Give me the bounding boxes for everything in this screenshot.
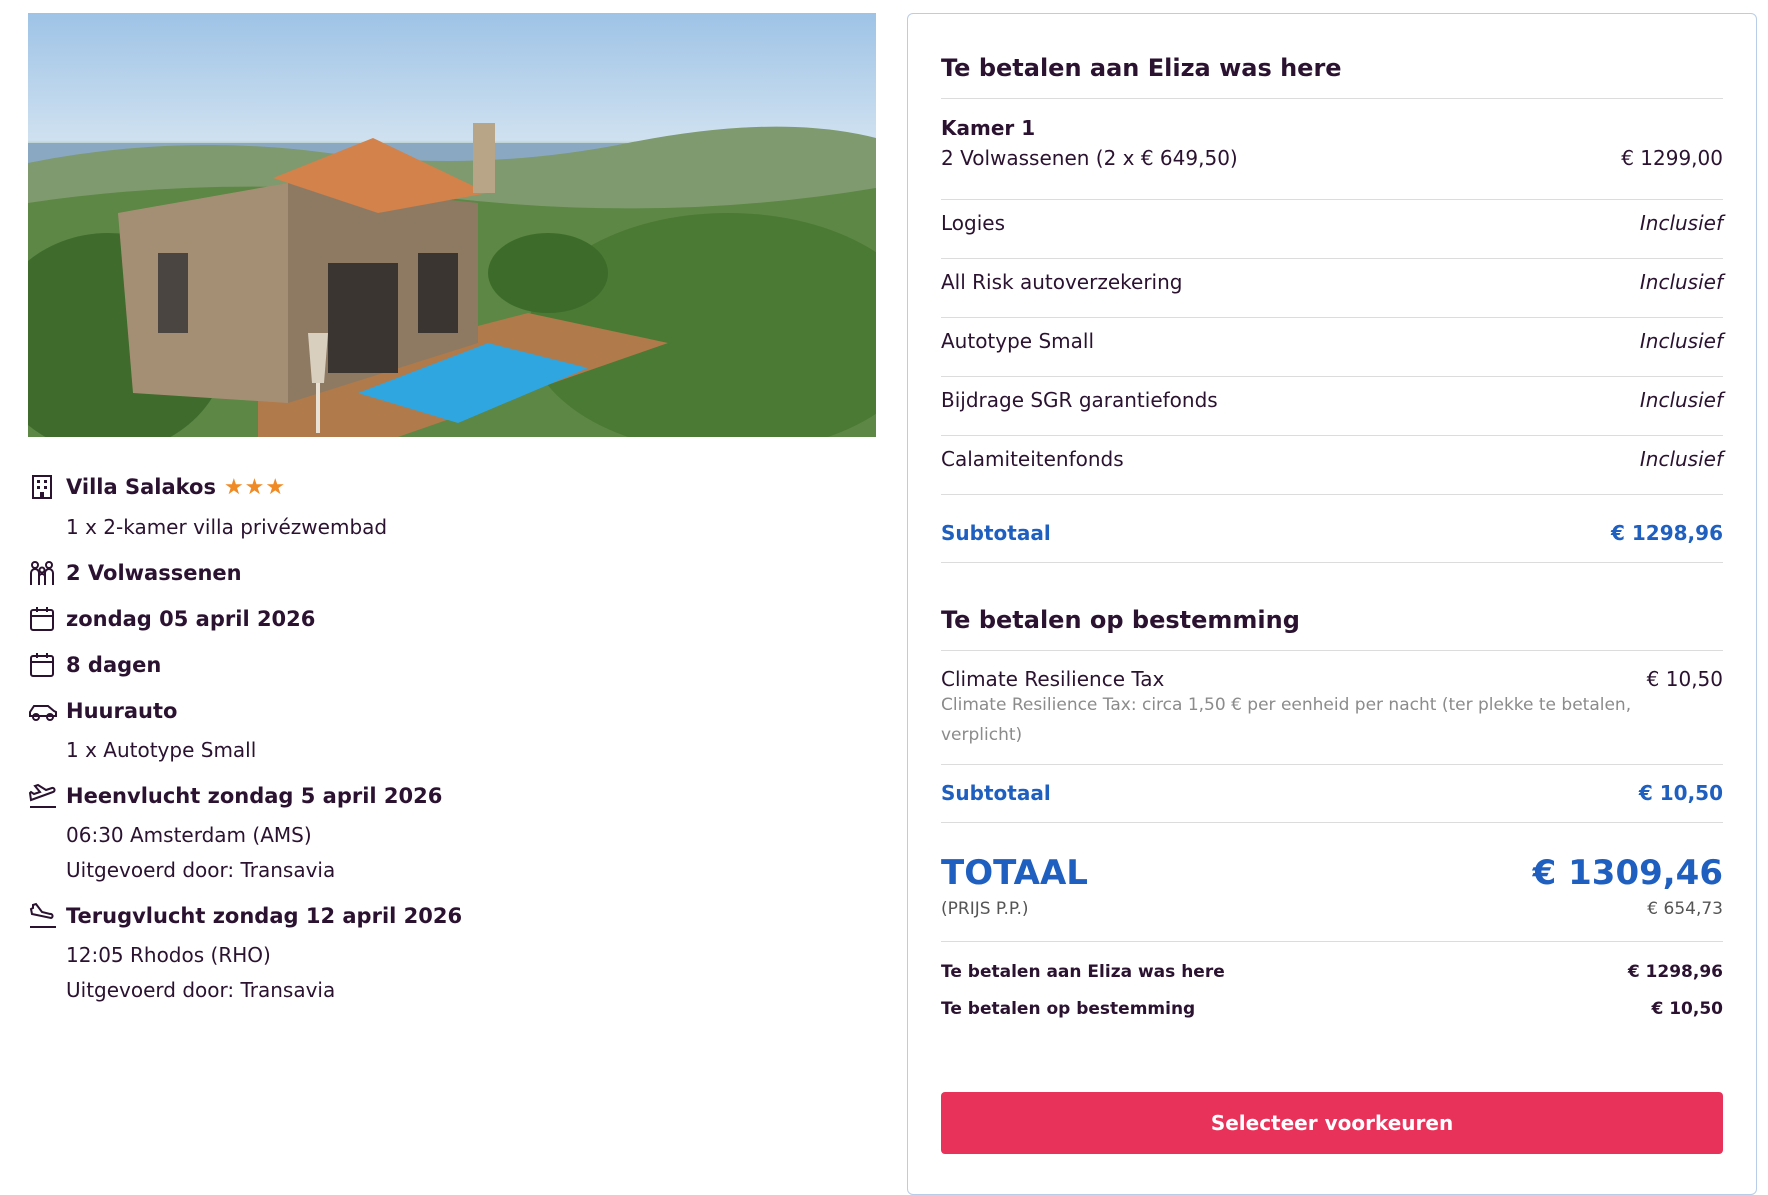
included-item-row: All Risk autoverzekering Inclusief xyxy=(941,259,1723,305)
included-item-row: Logies Inclusief xyxy=(941,200,1723,246)
plane-arrival-icon xyxy=(28,902,60,934)
outbound-time: 06:30 Amsterdam (AMS) xyxy=(66,823,312,847)
villa-photo xyxy=(28,13,876,437)
return-flight-fact: Terugvlucht zondag 12 april 2026 12:05 R… xyxy=(28,902,876,1008)
plane-departure-icon xyxy=(28,782,60,814)
included-item-label: All Risk autoverzekering xyxy=(941,270,1183,294)
car-detail: 1 x Autotype Small xyxy=(66,738,257,762)
summary-destination-row: Te betalen op bestemming € 10,50 xyxy=(941,994,1723,1024)
summary-destination-value: € 10,50 xyxy=(1651,999,1723,1019)
total-price: € 1309,46 xyxy=(1532,853,1723,893)
subtotal-label: Subtotaal xyxy=(941,521,1051,545)
adults-label: 2 Volwassenen (2 x € 649,50) xyxy=(941,146,1238,170)
pay-destination-title: Te betalen op bestemming xyxy=(941,606,1300,634)
return-title: Terugvlucht zondag 12 april 2026 xyxy=(66,904,463,928)
hotel-fact: Villa Salakos ★★★ 1 x 2-kamer villa privé… xyxy=(28,473,876,545)
room-label: Kamer 1 xyxy=(941,116,1036,140)
outbound-carrier: Uitgevoerd door: Transavia xyxy=(66,858,336,882)
included-item-label: Autotype Small xyxy=(941,329,1095,353)
pp-label: (PRIJS P.P.) xyxy=(941,899,1029,919)
subtotal-destination-row: Subtotaal € 10,50 xyxy=(941,768,1723,818)
included-item-value: Inclusief xyxy=(1639,329,1723,353)
included-item-label: Bijdrage SGR garantiefonds xyxy=(941,388,1218,412)
summary-agency-label: Te betalen aan Eliza was here xyxy=(941,962,1225,982)
adults-price: € 1299,00 xyxy=(1621,146,1723,170)
summary-destination-label: Te betalen op bestemming xyxy=(941,999,1196,1019)
included-item-value: Inclusief xyxy=(1639,447,1723,471)
tax-label: Climate Resilience Tax xyxy=(941,667,1165,691)
departure-date: zondag 05 april 2026 xyxy=(66,607,316,631)
travelers-label: 2 Volwassenen xyxy=(66,561,242,585)
summary-agency-value: € 1298,96 xyxy=(1627,962,1723,982)
summary-agency-row: Te betalen aan Eliza was here € 1298,96 xyxy=(941,957,1723,987)
included-item-value: Inclusief xyxy=(1639,270,1723,294)
total-row: TOTAAL € 1309,46 xyxy=(941,849,1723,897)
travelers-fact: 2 Volwassenen xyxy=(28,559,876,591)
included-item-label: Calamiteitenfonds xyxy=(941,447,1124,471)
included-item-value: Inclusief xyxy=(1639,211,1723,235)
outbound-flight-fact: Heenvlucht zondag 5 april 2026 06:30 Ams… xyxy=(28,782,876,888)
select-preferences-button[interactable]: Selecteer voorkeuren xyxy=(941,1092,1723,1154)
included-item-row: Autotype Small Inclusief xyxy=(941,318,1723,364)
date-fact: zondag 05 april 2026 xyxy=(28,605,876,637)
outbound-title: Heenvlucht zondag 5 april 2026 xyxy=(66,784,443,808)
villa-photo-illustration xyxy=(28,123,876,437)
duration-label: 8 dagen xyxy=(66,653,162,677)
tax-price: € 10,50 xyxy=(1646,667,1723,691)
total-label: TOTAAL xyxy=(941,853,1088,893)
calendar-icon xyxy=(28,651,60,683)
price-panel: Te betalen aan Eliza was here Kamer 1 2 … xyxy=(907,13,1757,1195)
building-icon xyxy=(28,473,60,505)
adults-row: 2 Volwassenen (2 x € 649,50) € 1299,00 xyxy=(941,138,1723,178)
return-carrier: Uitgevoerd door: Transavia xyxy=(66,978,336,1002)
included-item-label: Logies xyxy=(941,211,1006,235)
included-item-row: Bijdrage SGR garantiefonds Inclusief xyxy=(941,377,1723,423)
pp-price: € 654,73 xyxy=(1647,899,1723,919)
tax-note: Climate Resilience Tax: circa 1,50 € per… xyxy=(941,695,1632,745)
included-item-row: Calamiteitenfonds Inclusief xyxy=(941,436,1723,482)
duration-fact: 8 dagen xyxy=(28,651,876,683)
price-per-person-row: (PRIJS P.P.) € 654,73 xyxy=(941,894,1723,924)
subtotal-agency-value: € 1298,96 xyxy=(1611,521,1723,545)
car-title: Huurauto xyxy=(66,699,178,723)
room-type: 1 x 2-kamer villa privézwembad xyxy=(66,515,388,539)
trip-summary: Villa Salakos ★★★ 1 x 2-kamer villa privé… xyxy=(28,13,876,1022)
pay-agency-title: Te betalen aan Eliza was here xyxy=(941,54,1342,82)
star-rating: ★★★ xyxy=(223,475,287,500)
calendar-icon xyxy=(28,605,60,637)
subtotal-destination-value: € 10,50 xyxy=(1638,781,1723,805)
car-icon xyxy=(28,697,60,729)
included-item-value: Inclusief xyxy=(1639,388,1723,412)
subtotal-label: Subtotaal xyxy=(941,781,1051,805)
people-icon xyxy=(28,559,60,591)
return-time: 12:05 Rhodos (RHO) xyxy=(66,943,271,967)
hotel-name: Villa Salakos xyxy=(66,475,216,499)
car-fact: Huurauto 1 x Autotype Small xyxy=(28,697,876,768)
subtotal-agency-row: Subtotaal € 1298,96 xyxy=(941,508,1723,558)
